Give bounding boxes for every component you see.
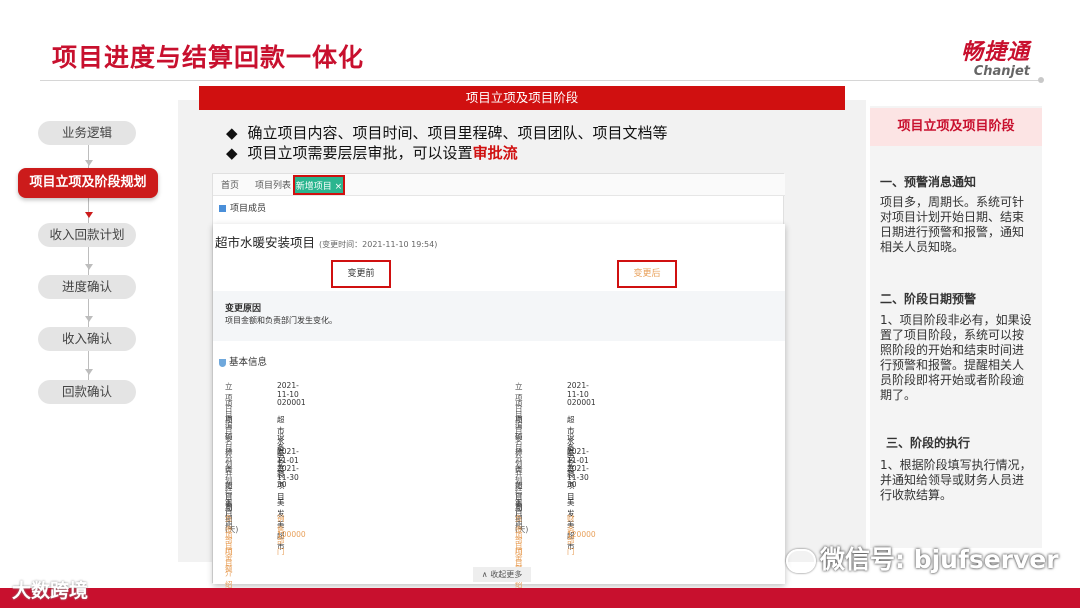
field-value: 100000: [277, 529, 306, 539]
footer-bar: [0, 588, 1080, 608]
field-value: 30: [567, 480, 577, 489]
flow-step-income-confirm: 收入确认: [38, 327, 136, 351]
members-icon: [219, 205, 226, 212]
source-watermark: 大数跨境: [12, 580, 89, 602]
title-divider: [40, 80, 1040, 81]
basic-info-title: 基本信息: [229, 357, 268, 368]
members-heading: 项目成员: [219, 201, 266, 214]
change-reason-box: 变更原因 项目金额和负责部门发生变化。: [213, 291, 785, 341]
chanjet-logo: 畅捷通 Chanjet: [920, 34, 1030, 79]
basic-info-heading: 基本信息: [219, 354, 267, 368]
flow-step-payment-confirm: 回款确认: [38, 380, 136, 404]
project-name: 超市水暖安装项目: [215, 235, 316, 250]
flow-arrow: [85, 264, 93, 270]
flow-arrow-active: [85, 212, 93, 218]
field-value: 2021-11-01: [277, 447, 299, 465]
before-button[interactable]: 变更前: [331, 260, 391, 288]
reason-title: 变更原因: [225, 304, 262, 314]
section-heading: 一、预警消息通知: [880, 175, 977, 189]
field-value: 120000: [567, 529, 596, 539]
title-divider-dot: [1038, 77, 1044, 83]
flow-step-progress-confirm: 进度确认: [38, 275, 136, 299]
flow-arrow: [85, 160, 93, 166]
app-screenshot: 首页 项目列表 × 新增项目 × 项目成员 超市水暖安装项目 (变更时间：2021…: [212, 173, 785, 589]
bullet-emphasis: 审批流: [472, 144, 518, 162]
field-value: 2021-11-30: [567, 463, 589, 482]
bullet-text: 项目立项需要层层审批，可以设置: [247, 144, 473, 162]
section-text: 项目多，周期长。系统可针对项目计划开始日期、结束日期进行预警和报警，通知相关人员…: [880, 195, 1025, 254]
section-text: 1、根据阶段填写执行情况，并通知给领导或财务人员进行收款结算。: [880, 458, 1032, 502]
members-label: 项目成员: [230, 204, 267, 214]
tab-new-project[interactable]: 新增项目 ×: [293, 175, 345, 195]
flow-arrow: [85, 316, 93, 322]
right-panel-header: 项目立项及项目阶段: [870, 108, 1042, 146]
flow-step-business-logic: 业务逻辑: [38, 121, 136, 145]
flow-arrow: [85, 369, 93, 375]
tab-bar: 首页 项目列表 × 新增项目 ×: [213, 174, 785, 196]
center-banner: 项目立项及项目阶段: [199, 86, 845, 110]
change-time: (变更时间：2021-11-10 19:54): [319, 240, 438, 249]
field-value: 2021-11-30: [277, 463, 299, 482]
section-heading: 三、阶段的执行: [886, 436, 971, 450]
field-value: 020001: [277, 397, 306, 407]
shield-icon: [219, 358, 226, 367]
bullet-text: 确立项目内容、项目时间、项目里程碑、项目团队、项目文档等: [247, 124, 668, 142]
section-heading: 二、阶段日期预警: [880, 292, 977, 306]
field-label: 项目介绍: [225, 547, 233, 589]
logo-cn-text: 畅捷通: [960, 40, 1030, 65]
field-value: 020001: [567, 397, 596, 407]
wechat-watermark: 微信号: bjufserver: [786, 540, 1059, 576]
bullet-item: ◆ 确立项目内容、项目时间、项目里程碑、项目团队、项目文档等: [226, 122, 668, 143]
modal-title: 超市水暖安装项目 (变更时间：2021-11-10 19:54): [215, 232, 437, 251]
diamond-bullet-icon: ◆: [226, 124, 238, 142]
flow-step-project-setup: 项目立项及阶段规划: [18, 168, 158, 198]
field-value: 2021-11-10: [277, 381, 299, 399]
field-value: 2021-11-10: [567, 381, 589, 399]
flow-step-revenue-plan: 收入回款计划: [38, 223, 136, 247]
watermark-text: 微信号: bjufserver: [820, 545, 1059, 574]
wechat-icon: [786, 549, 816, 573]
after-button[interactable]: 变更后: [617, 260, 677, 288]
section-text: 1、项目阶段非必有，如果设置了项目阶段，系统可以按照阶段的开始和结束时间进行预警…: [880, 313, 1032, 402]
field-value: 2021-11-01: [567, 447, 589, 465]
diamond-bullet-icon: ◆: [226, 144, 238, 162]
tab-home[interactable]: 首页: [221, 178, 239, 191]
slide-title: 项目进度与结算回款一体化: [52, 43, 365, 72]
field-value: 30: [277, 480, 287, 489]
bullet-item: ◆ 项目立项需要层层审批，可以设置审批流: [226, 142, 518, 163]
logo-en-text: Chanjet: [973, 64, 1030, 79]
collapse-more-button[interactable]: ∧ 收起更多: [473, 567, 531, 582]
change-compare-modal: 超市水暖安装项目 (变更时间：2021-11-10 19:54) 变更前 变更后 …: [213, 224, 785, 589]
reason-text: 项目金额和负责部门发生变化。: [225, 316, 337, 325]
